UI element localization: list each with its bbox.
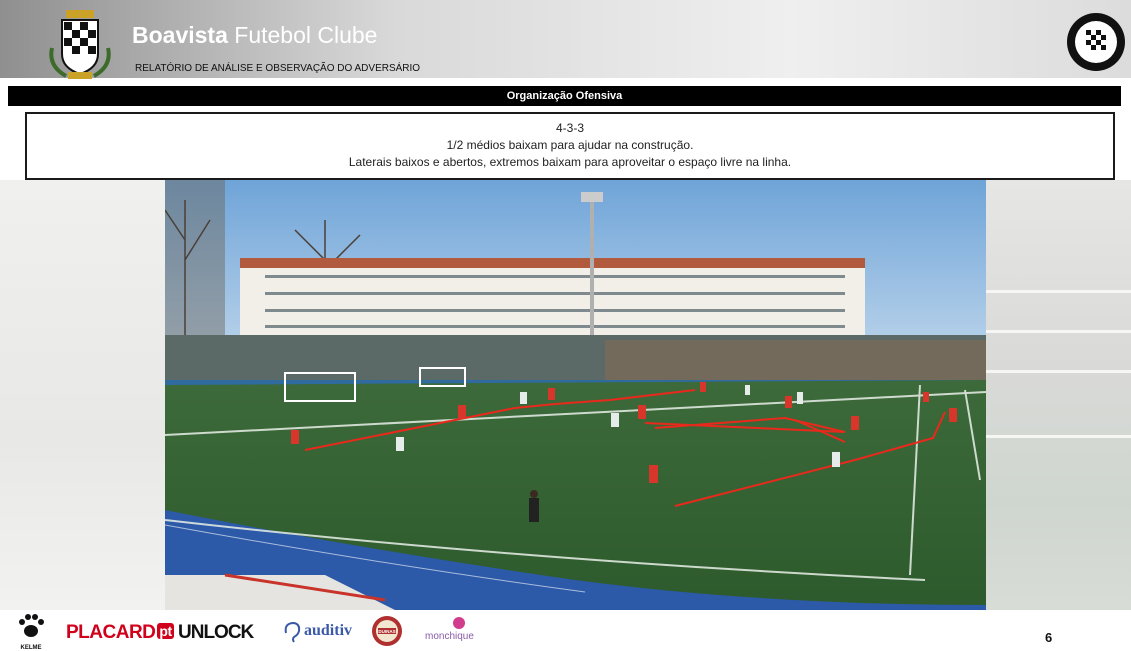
- placard-text: PLACARD: [66, 622, 156, 643]
- background-right: [986, 180, 1131, 610]
- club-title: Boavista Futebol Clube: [132, 22, 377, 49]
- boavista-crest-icon: [49, 10, 111, 79]
- drop-icon: [453, 617, 465, 629]
- placard-logo: PLACARD pt: [66, 622, 174, 644]
- tactical-field-image: [165, 180, 986, 610]
- monchique-logo: monchique: [425, 631, 474, 642]
- fullbacks-note: Laterais baixos e abertos, extremos baix…: [348, 155, 792, 169]
- section-title: Organização Ofensiva: [8, 86, 1121, 106]
- background-left: [0, 180, 165, 610]
- unlock-logo: UNLOCK: [178, 622, 254, 643]
- boavista-round-badge-icon: [1067, 13, 1125, 71]
- auditiv-logo: auditiv: [304, 622, 353, 639]
- slide-header: Boavista Futebol Clube RELATÓRIO DE ANÁL…: [0, 0, 1131, 79]
- formation-text: 4-3-3: [555, 121, 584, 135]
- duinas-logo: DUINAS: [372, 616, 402, 646]
- ear-icon: [284, 621, 301, 643]
- placard-suffix: pt: [157, 623, 174, 639]
- kelme-text: KELME: [20, 645, 42, 651]
- duinas-text: DUINAS: [378, 629, 395, 634]
- report-subtitle: RELATÓRIO DE ANÁLISE E OBSERVAÇÃO DO ADV…: [135, 63, 421, 74]
- page-number: 6: [1045, 630, 1053, 645]
- sponsors-bar: KELME PLACARD pt UNLOCK auditiv DUINAS mo…: [0, 612, 1131, 651]
- midfield-note: 1/2 médios baixam para ajudar na constru…: [446, 138, 694, 152]
- kelme-logo: KELME: [16, 612, 46, 651]
- club-title-bold: Boavista: [132, 22, 228, 48]
- description-box: 4-3-3 1/2 médios baixam para ajudar na c…: [25, 112, 1115, 180]
- club-title-light: Futebol Clube: [234, 22, 378, 48]
- paw-icon: [19, 614, 44, 637]
